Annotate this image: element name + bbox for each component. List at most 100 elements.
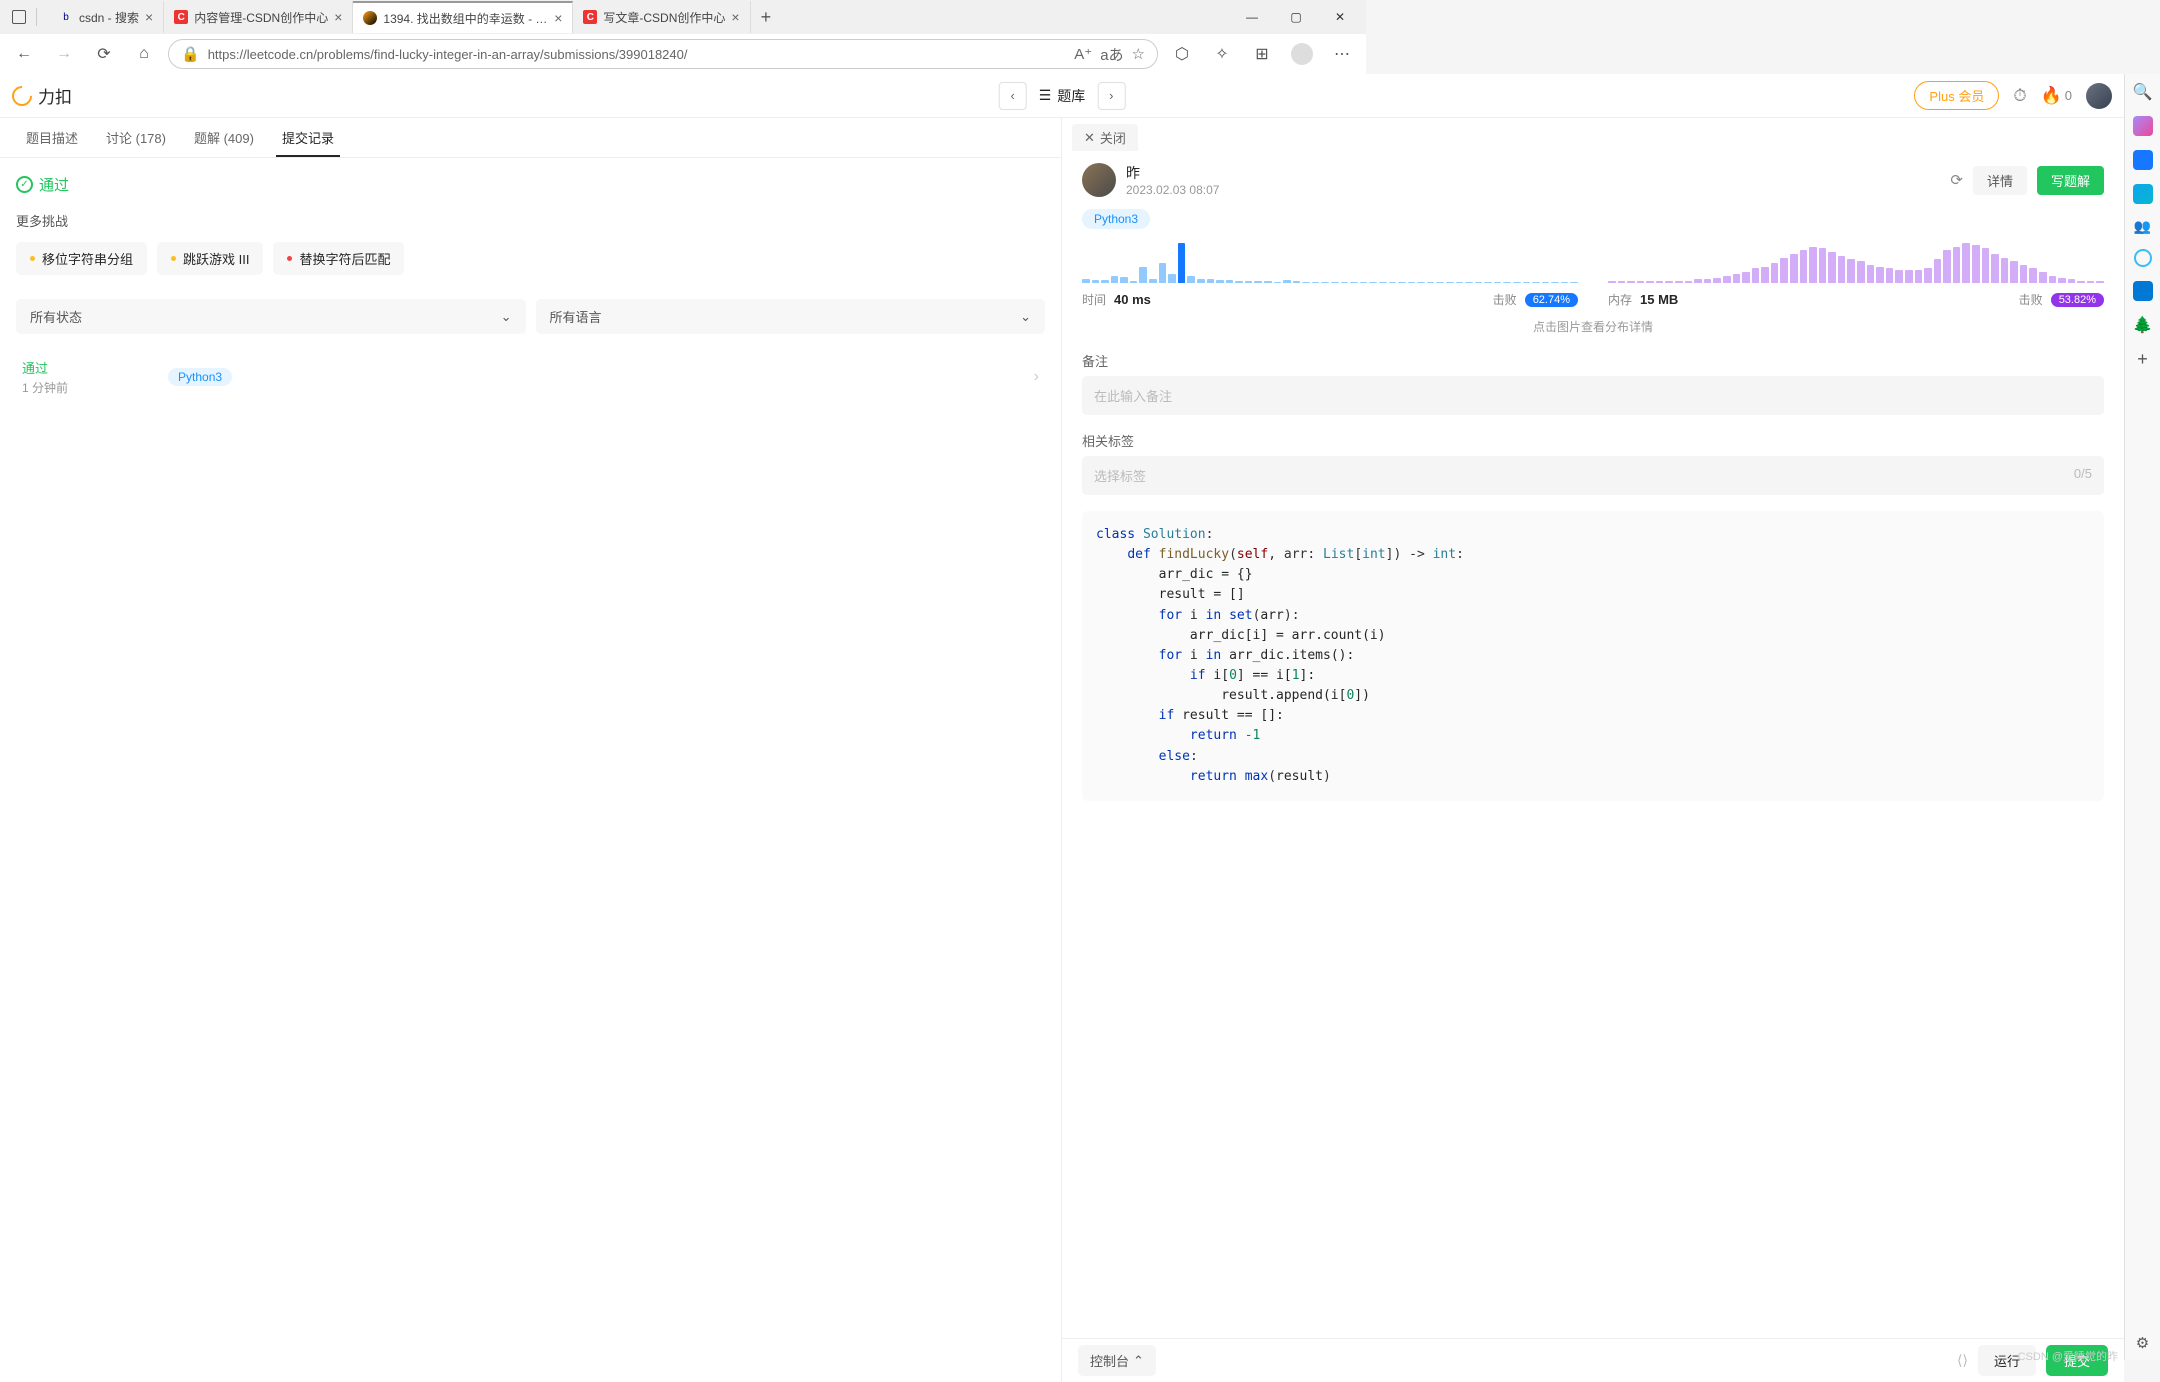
prev-problem-button[interactable]: ‹ — [999, 82, 1027, 110]
tab-close-icon[interactable]: × — [731, 9, 739, 25]
reader-icon[interactable]: A⁺ — [1074, 45, 1092, 63]
tab-title: csdn - 搜索 — [79, 9, 139, 26]
chart-bar — [1321, 282, 1329, 283]
chart-hint: 点击图片查看分布详情 — [1082, 318, 2104, 335]
chart-bar — [1656, 281, 1664, 283]
chart-bar — [1389, 282, 1397, 283]
back-button[interactable]: ← — [8, 38, 40, 70]
problem-list-button[interactable]: ☰ 题库 — [1035, 86, 1090, 106]
favorite-icon[interactable]: ☆ — [1132, 45, 1145, 63]
chart-bar — [1905, 270, 1913, 283]
sidebar-app-5[interactable]: 🌲 — [2133, 315, 2153, 335]
sidebar-settings-icon[interactable]: ⚙ — [2136, 1334, 2149, 1352]
search-icon[interactable]: 🔍 — [2133, 82, 2153, 102]
tab-close-icon[interactable]: × — [554, 10, 562, 26]
filter-status-dropdown[interactable]: 所有状态 ⌄ — [16, 299, 526, 334]
chevron-down-icon: ⌄ — [501, 309, 512, 325]
chart-bar — [1991, 254, 1999, 283]
chart-bar — [1675, 281, 1683, 283]
submission-language-badge: Python3 — [168, 368, 232, 386]
tab-actions-icon[interactable] — [12, 10, 26, 24]
tab-close-icon[interactable]: × — [145, 9, 153, 25]
browser-tab[interactable]: b csdn - 搜索 × — [49, 1, 164, 33]
console-toggle[interactable]: 控制台 ⌃ — [1078, 1345, 1156, 1376]
tab-title: 1394. 找出数组中的幸运数 - 力扣 — [383, 10, 548, 27]
submission-row[interactable]: 通过 1 分钟前 Python3 › — [16, 346, 1045, 408]
chart-bar — [1876, 267, 1884, 283]
minimize-button[interactable]: — — [1230, 1, 1274, 33]
more-challenges-title: 更多挑战 — [16, 211, 1045, 230]
sidebar-app-2[interactable] — [2133, 150, 2153, 170]
menu-button[interactable]: ⋯ — [1326, 38, 1358, 70]
next-problem-button[interactable]: › — [1097, 82, 1125, 110]
close-window-button[interactable]: ✕ — [1318, 1, 1362, 33]
tag-input[interactable]: 选择标签 0/5 — [1082, 456, 2104, 495]
browser-tab[interactable]: C写文章-CSDN创作中心× — [573, 1, 750, 33]
detail-button[interactable]: 详情 — [1973, 166, 2027, 195]
fire-counter[interactable]: 🔥0 — [2041, 86, 2072, 106]
collections-icon[interactable]: ⊞ — [1246, 38, 1278, 70]
chart-bar — [2068, 279, 2076, 283]
tab-close-icon[interactable]: × — [334, 9, 342, 25]
leetcode-logo[interactable]: 力扣 — [12, 83, 72, 108]
chart-bar — [1293, 281, 1301, 283]
tab-title: 内容管理-CSDN创作中心 — [194, 9, 328, 26]
pair-icon[interactable]: ⟨⟩ — [1957, 1352, 1968, 1369]
chart-bar — [1360, 282, 1368, 283]
browser-tab[interactable]: 1394. 找出数组中的幸运数 - 力扣 × — [353, 1, 573, 33]
challenge-chip[interactable]: 跳跃游戏 III — [157, 242, 263, 275]
timer-icon[interactable]: ⏱ — [2013, 86, 2026, 106]
chart-bar — [2039, 272, 2047, 283]
chart-bar — [1456, 282, 1464, 283]
reload-icon[interactable]: ⟳ — [1950, 171, 1963, 189]
write-solution-button[interactable]: 写题解 — [2037, 166, 2104, 195]
chart-bar — [1475, 282, 1483, 283]
problem-tab[interactable]: 题解 (409) — [180, 118, 268, 157]
problem-tab[interactable]: 题目描述 — [12, 118, 92, 157]
tab-strip: bcsdn - 搜索×C内容管理-CSDN创作中心×1394. 找出数组中的幸运… — [0, 0, 1366, 34]
sidebar-add-icon[interactable]: + — [2137, 349, 2148, 370]
favorites-icon[interactable]: ✧ — [1206, 38, 1238, 70]
chart-bar — [2087, 281, 2095, 283]
stats-charts[interactable]: 时间 40 ms 击败 62.74% 内存 15 MB 击败 53.82% — [1082, 243, 2104, 308]
profile-avatar[interactable] — [1286, 38, 1318, 70]
url-text: https://leetcode.cn/problems/find-lucky-… — [208, 47, 1067, 62]
memory-chart[interactable]: 内存 15 MB 击败 53.82% — [1608, 243, 2104, 308]
user-avatar[interactable] — [2086, 83, 2112, 109]
sidebar-app-3[interactable] — [2133, 184, 2153, 204]
problem-tab[interactable]: 提交记录 — [268, 118, 348, 157]
chart-bar — [1790, 254, 1798, 283]
sidebar-app-4[interactable] — [2134, 249, 2152, 267]
chart-bar — [2077, 281, 2085, 283]
refresh-button[interactable]: ⟳ — [88, 38, 120, 70]
plus-membership-button[interactable]: Plus 会员 — [1914, 81, 1999, 110]
check-icon: ✓ — [16, 176, 33, 193]
challenge-chip[interactable]: 替换字符后匹配 — [273, 242, 404, 275]
chevron-right-icon: › — [1034, 368, 1039, 386]
filter-language-dropdown[interactable]: 所有语言 ⌄ — [536, 299, 1046, 334]
problem-tab[interactable]: 讨论 (178) — [92, 118, 180, 157]
outlook-icon[interactable] — [2133, 281, 2153, 301]
url-input[interactable]: 🔒 https://leetcode.cn/problems/find-luck… — [168, 39, 1158, 69]
chart-bar — [1101, 280, 1109, 283]
chart-bar — [1235, 281, 1243, 283]
maximize-button[interactable]: ▢ — [1274, 1, 1318, 33]
chart-bar — [1408, 282, 1416, 283]
bing-favicon-icon: b — [59, 10, 73, 24]
new-tab-button[interactable]: + — [751, 7, 782, 28]
chart-bar — [1274, 282, 1282, 283]
chart-bar — [1915, 270, 1923, 283]
author-avatar[interactable] — [1082, 163, 1116, 197]
home-button[interactable]: ⌂ — [128, 38, 160, 70]
translate-icon[interactable]: aあ — [1100, 44, 1123, 65]
note-input[interactable]: 在此输入备注 — [1082, 376, 2104, 415]
close-tab-button[interactable]: ✕ 关闭 — [1072, 124, 1138, 151]
sidebar-app-1[interactable] — [2133, 116, 2153, 136]
chevron-down-icon: ⌄ — [1020, 309, 1031, 325]
code-block[interactable]: class Solution: def findLucky(self, arr:… — [1082, 511, 2104, 801]
extensions-icon[interactable]: ⬡ — [1166, 38, 1198, 70]
challenge-chip[interactable]: 移位字符串分组 — [16, 242, 147, 275]
time-chart[interactable]: 时间 40 ms 击败 62.74% — [1082, 243, 1578, 308]
browser-tab[interactable]: C内容管理-CSDN创作中心× — [164, 1, 353, 33]
csdn-favicon-icon: C — [583, 10, 597, 24]
